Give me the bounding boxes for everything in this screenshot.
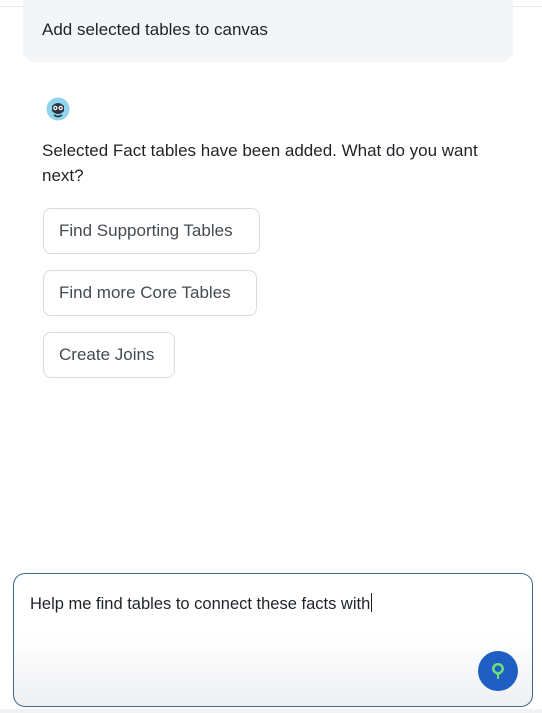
- robot-assistant-icon: [46, 97, 70, 121]
- user-message-bubble: Add selected tables to canvas: [23, 0, 513, 62]
- message-composer[interactable]: Help me find tables to connect these fac…: [13, 573, 533, 707]
- send-button[interactable]: [478, 651, 518, 691]
- assistant-message-text: Selected Fact tables have been added. Wh…: [42, 141, 478, 185]
- send-pin-icon: [492, 663, 504, 679]
- chat-panel: Add selected tables to canvas Selected F…: [0, 0, 542, 713]
- user-message-text: Add selected tables to canvas: [42, 20, 268, 39]
- suggestion-find-more-core-tables[interactable]: Find more Core Tables: [43, 270, 257, 316]
- suggestion-create-joins[interactable]: Create Joins: [43, 332, 175, 378]
- suggestion-find-supporting-tables[interactable]: Find Supporting Tables: [43, 208, 260, 254]
- message-input-text: Help me find tables to connect these fac…: [30, 595, 371, 613]
- message-input[interactable]: Help me find tables to connect these fac…: [30, 593, 373, 614]
- text-caret: [371, 593, 373, 612]
- bottom-edge: [0, 709, 542, 713]
